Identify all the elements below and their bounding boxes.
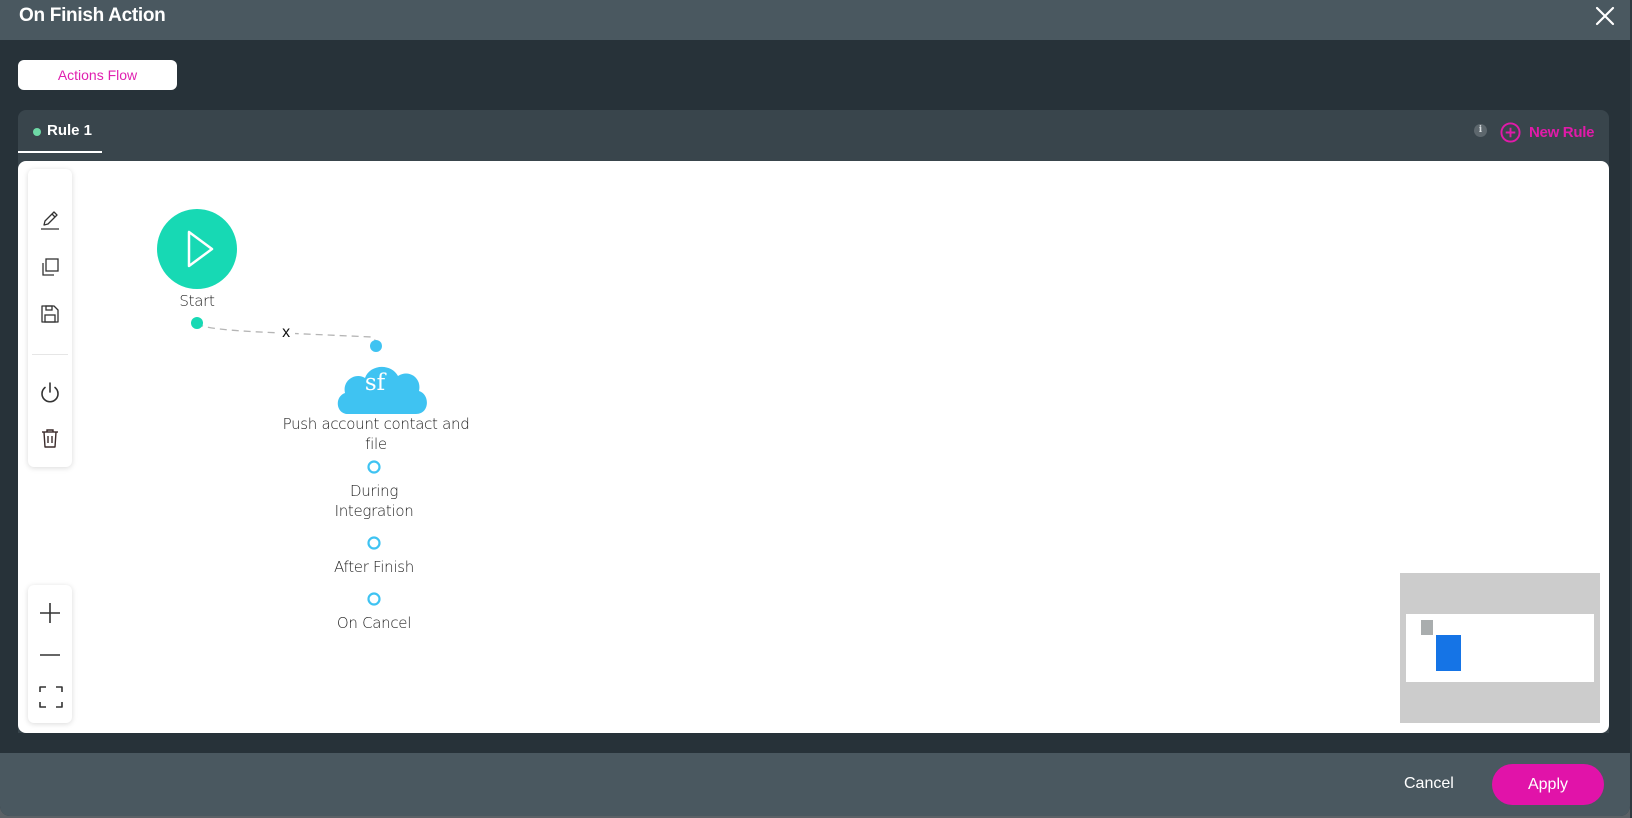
on-finish-action-dialog: On Finish Action Actions Flow Rule 1 i N…	[0, 0, 1630, 816]
dialog-footer: Cancel Apply	[0, 753, 1630, 816]
new-rule-button[interactable]: New Rule	[1500, 121, 1594, 143]
tab-rule-1[interactable]: Rule 1	[18, 110, 102, 153]
output-label-during: During	[349, 482, 399, 500]
dialog-title: On Finish Action	[19, 5, 166, 26]
output-port-after-finish[interactable]	[367, 536, 381, 550]
minimap-start-node	[1421, 620, 1433, 635]
start-node-label: Start	[179, 292, 215, 310]
edit-button[interactable]	[39, 209, 61, 231]
tab-actions-flow[interactable]: Actions Flow	[18, 60, 177, 90]
connection-remove-button[interactable]: x	[282, 323, 290, 343]
trash-icon	[42, 429, 58, 448]
close-button[interactable]	[1593, 4, 1617, 28]
power-icon	[41, 382, 59, 403]
minimap-viewport[interactable]	[1406, 614, 1594, 682]
start-node-circle	[157, 209, 237, 289]
start-output-port[interactable]	[191, 317, 203, 329]
pencil-icon	[41, 211, 59, 230]
plus-icon	[40, 603, 60, 623]
save-icon	[41, 305, 59, 323]
delete-button[interactable]	[39, 427, 61, 449]
close-icon	[1595, 6, 1615, 26]
action-input-port[interactable]	[370, 340, 382, 352]
cancel-button[interactable]: Cancel	[1404, 775, 1454, 793]
output-label-after-finish: After Finish	[334, 558, 414, 576]
action-node-label-line1: Push account contact and	[282, 415, 470, 433]
zoom-in-button[interactable]	[39, 602, 61, 624]
node-toolbar	[28, 169, 72, 467]
output-label-integration: Integration	[334, 502, 414, 520]
toolbar-divider	[32, 354, 68, 355]
info-icon[interactable]: i	[1474, 124, 1487, 137]
zoom-controls	[28, 585, 72, 723]
copy-icon	[42, 258, 59, 276]
duplicate-button[interactable]	[39, 256, 61, 278]
action-node-icon-text: sf	[364, 370, 386, 396]
dialog-header: On Finish Action	[0, 0, 1630, 40]
save-button[interactable]	[39, 303, 61, 325]
output-port-during-integration[interactable]	[367, 460, 381, 474]
new-rule-label: New Rule	[1529, 123, 1595, 141]
output-port-on-cancel[interactable]	[367, 592, 381, 606]
output-label-on-cancel: On Cancel	[336, 614, 412, 632]
fit-view-button[interactable]	[39, 685, 63, 708]
toggle-button[interactable]	[39, 381, 61, 403]
rule-status-dot	[33, 128, 41, 136]
flow-diagram	[157, 209, 427, 606]
flow-canvas[interactable]: Start x sf Push account contact and file…	[18, 161, 1609, 733]
minimap[interactable]	[1400, 573, 1600, 723]
plus-circle-icon	[1500, 121, 1521, 143]
action-node-label-line2: file	[365, 435, 387, 453]
rule-tab-label: Rule 1	[47, 122, 93, 139]
apply-button[interactable]: Apply	[1492, 764, 1604, 805]
fit-screen-icon	[39, 686, 63, 708]
zoom-out-button[interactable]	[39, 644, 61, 666]
minus-icon	[40, 654, 60, 656]
start-node[interactable]	[157, 209, 237, 289]
minimap-action-node	[1436, 635, 1461, 671]
